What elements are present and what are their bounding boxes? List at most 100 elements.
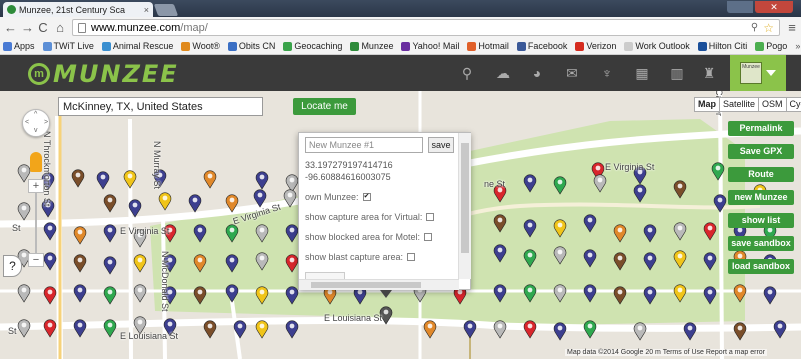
munzee-pin-icon[interactable] [224,253,240,273]
location-search-input[interactable] [58,97,263,116]
munzee-name-input[interactable] [305,137,423,153]
munzee-pin-icon[interactable] [552,321,568,341]
munzee-pin-icon[interactable] [70,168,86,188]
stats-icon[interactable]: ▥ [668,64,686,82]
globe-icon[interactable]: ◕ [528,64,546,82]
munzee-pin-icon[interactable] [522,218,538,238]
munzee-pin-icon[interactable] [702,285,718,305]
bookmark-star-icon[interactable]: ☆ [763,21,774,35]
munzee-pin-icon[interactable] [552,218,568,238]
munzee-pin-icon[interactable] [72,225,88,245]
munzee-pin-icon[interactable] [732,283,748,303]
munzee-pin-icon[interactable] [157,191,173,211]
munzee-pin-icon[interactable] [672,249,688,269]
tab-close-icon[interactable]: × [144,5,149,15]
map-type-cycle[interactable]: Cycle [785,97,801,112]
munzee-pin-icon[interactable] [592,173,608,193]
munzee-pin-icon[interactable] [72,253,88,273]
bookmark-item[interactable]: Munzee [350,41,393,51]
permalink-button[interactable]: Permalink [728,121,794,136]
pan-control[interactable]: ^ < > v [22,109,50,137]
bookmark-item[interactable]: Obits CN [227,41,275,51]
street-view-pegman-icon[interactable] [30,152,42,172]
munzee-pin-icon[interactable] [582,283,598,303]
munzee-pin-icon[interactable] [102,318,118,338]
munzee-pin-icon[interactable] [127,198,143,218]
bookmark-item[interactable]: Woot® [181,41,220,51]
popup-option-checkbox[interactable] [407,253,416,261]
munzee-pin-icon[interactable] [642,223,658,243]
munzee-pin-icon[interactable] [552,245,568,265]
munzee-pin-icon[interactable] [187,193,203,213]
munzee-pin-icon[interactable] [632,321,648,341]
munzee-pin-icon[interactable] [224,283,240,303]
route-button[interactable]: Route [728,167,794,182]
munzee-pin-icon[interactable] [772,319,788,339]
munzee-pin-icon[interactable] [42,318,58,338]
munzee-pin-icon[interactable] [42,221,58,241]
reload-icon[interactable]: C [38,20,48,35]
munzee-pin-icon[interactable] [462,319,478,339]
calendar-icon[interactable]: ▦ [633,64,651,82]
munzee-pin-icon[interactable] [254,251,270,271]
bookmark-item[interactable]: Hotmail [467,41,509,51]
munzee-pin-icon[interactable] [762,285,778,305]
vertical-scrollbar[interactable] [458,133,471,279]
munzee-logo[interactable]: m MUNZEE [28,60,179,88]
pan-up-icon[interactable]: ^ [34,111,37,118]
scroll-thumb[interactable] [461,143,469,253]
bookmark-item[interactable]: Work Outlook [624,41,690,51]
munzee-pin-icon[interactable] [492,319,508,339]
munzee-pin-icon[interactable] [632,183,648,203]
munzee-pin-icon[interactable] [492,243,508,263]
cloud-icon[interactable]: ☁ [494,64,512,82]
map-canvas[interactable]: E Virginia St E Virginia St E Virginia S… [0,91,801,359]
munzee-pin-icon[interactable] [672,221,688,241]
location-icon[interactable]: ⚲ [458,64,476,82]
popup-extra-field[interactable] [305,272,345,279]
munzee-pin-icon[interactable] [254,319,270,339]
locate-me-button[interactable]: Locate me [293,98,356,115]
munzee-pin-icon[interactable] [102,193,118,213]
zoom-icon[interactable]: ⚲ [751,22,758,33]
pan-right-icon[interactable]: > [44,119,48,126]
address-bar[interactable]: www.munzee.com/map/ ⚲ ☆ [72,19,780,36]
zoom-slider[interactable] [35,193,37,253]
munzee-pin-icon[interactable] [522,319,538,339]
munzee-pin-icon[interactable] [612,251,628,271]
munzee-pin-icon[interactable] [122,169,138,189]
zoom-out-button[interactable]: − [28,253,44,267]
bookmark-item[interactable]: Apps [3,41,35,51]
window-close-button[interactable]: ✕ [755,1,793,13]
pan-down-icon[interactable]: v [34,127,38,134]
munzee-pin-icon[interactable] [672,283,688,303]
save-button[interactable]: save [428,137,454,153]
new-munzee-button[interactable]: new Munzee [728,190,794,205]
map-type-map[interactable]: Map [694,97,720,112]
trophy-icon[interactable]: ♆ [598,64,616,82]
munzee-pin-icon[interactable] [582,248,598,268]
bookmark-item[interactable]: TWiT Live [42,41,94,51]
munzee-pin-icon[interactable] [284,319,300,339]
munzee-pin-icon[interactable] [522,173,538,193]
scroll-thumb[interactable] [311,282,421,288]
help-icon[interactable]: ? [3,255,22,277]
munzee-pin-icon[interactable] [192,253,208,273]
munzee-pin-icon[interactable] [102,255,118,275]
munzee-pin-icon[interactable] [72,283,88,303]
map-type-osm[interactable]: OSM [758,97,787,112]
munzee-pin-icon[interactable] [224,193,240,213]
munzee-pin-icon[interactable] [16,318,32,338]
munzee-pin-icon[interactable] [254,170,270,190]
munzee-pin-icon[interactable] [612,285,628,305]
munzee-pin-icon[interactable] [732,321,748,341]
munzee-pin-icon[interactable] [72,318,88,338]
munzee-pin-icon[interactable] [702,251,718,271]
munzee-pin-icon[interactable] [422,319,438,339]
horizontal-scrollbar[interactable] [299,279,459,290]
map-type-satellite[interactable]: Satellite [719,97,760,112]
munzee-pin-icon[interactable] [254,285,270,305]
munzee-pin-icon[interactable] [42,251,58,271]
munzee-pin-icon[interactable] [16,283,32,303]
munzee-pin-icon[interactable] [95,170,111,190]
